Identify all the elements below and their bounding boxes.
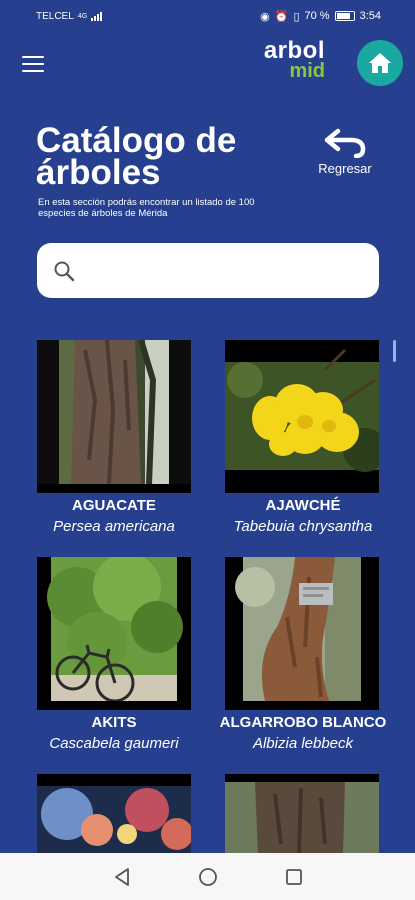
back-label: Regresar bbox=[318, 161, 372, 176]
tree-scientific-name: Persea americana bbox=[53, 518, 175, 535]
app-header: arbol mid bbox=[0, 32, 415, 96]
back-button[interactable]: Regresar bbox=[312, 128, 378, 176]
eye-icon: ◉ bbox=[260, 10, 270, 23]
tree-scientific-name: Cascabela gaumeri bbox=[49, 735, 179, 752]
nav-home-button[interactable] bbox=[197, 866, 219, 888]
circle-home-icon bbox=[198, 867, 217, 886]
search-box[interactable] bbox=[37, 243, 379, 298]
home-icon bbox=[369, 53, 391, 73]
system-nav-bar bbox=[0, 853, 415, 900]
photo-caption bbox=[225, 701, 379, 710]
tree-photo-akits bbox=[37, 557, 191, 710]
triangle-back-icon bbox=[114, 867, 129, 886]
battery-icon bbox=[334, 11, 355, 21]
app-logo: arbol mid bbox=[253, 39, 325, 82]
tree-scientific-name: Tabebuia chrysantha bbox=[233, 518, 373, 535]
square-recents-icon bbox=[285, 868, 302, 885]
signal-icon bbox=[91, 11, 103, 21]
home-button[interactable] bbox=[357, 40, 403, 86]
photo-caption bbox=[37, 701, 191, 710]
tree-photo-aguacate bbox=[37, 340, 191, 493]
battery-percent: 70 % bbox=[304, 10, 330, 22]
photo-caption bbox=[37, 484, 191, 493]
logo-text-mid: mid bbox=[289, 60, 325, 82]
clock: 3:54 bbox=[359, 10, 381, 22]
tree-name: AGUACATE bbox=[72, 497, 156, 514]
page-title-line2: árboles bbox=[36, 153, 161, 192]
search-input[interactable] bbox=[85, 262, 379, 279]
tree-name: ALGARROBO BLANCO bbox=[219, 714, 387, 731]
carrier-label: TELCEL bbox=[36, 10, 74, 22]
search-icon bbox=[54, 261, 75, 281]
tree-name: AKITS bbox=[91, 714, 137, 731]
back-arrow-icon bbox=[324, 128, 366, 158]
tree-card-algarrobo-blanco[interactable]: ALGARROBO BLANCO Albizia lebbeck bbox=[208, 557, 398, 757]
tree-card-aguacate[interactable]: AGUACATE Persea americana bbox=[19, 340, 209, 540]
nav-back-button[interactable] bbox=[111, 866, 133, 888]
tree-photo-partial bbox=[37, 774, 191, 853]
nav-recents-button[interactable] bbox=[283, 866, 305, 888]
tree-card-akits[interactable]: AKITS Cascabela gaumeri bbox=[19, 557, 209, 757]
photo-caption bbox=[225, 484, 379, 493]
page-title: Catálogo de árboles bbox=[36, 123, 296, 192]
network-label: 4G bbox=[77, 12, 88, 20]
hamburger-menu-icon[interactable] bbox=[22, 56, 44, 72]
status-left: TELCEL 4G bbox=[36, 10, 103, 22]
tree-photo-ajawche bbox=[225, 340, 379, 493]
tree-photo-algarrobo-blanco bbox=[225, 557, 379, 710]
tree-scientific-name: Albizia lebbeck bbox=[252, 735, 354, 752]
tree-card-partial[interactable] bbox=[19, 774, 209, 853]
tree-card-partial[interactable] bbox=[208, 774, 398, 853]
tree-card-ajawche[interactable]: AJAWCHÉ Tabebuia chrysantha bbox=[208, 340, 398, 540]
tree-photo-partial bbox=[225, 774, 379, 853]
page-description: En esta sección podrás encontrar un list… bbox=[38, 197, 255, 219]
status-right: ◉ ⏰ ▯ 70 % 3:54 bbox=[260, 10, 381, 23]
status-bar: TELCEL 4G ◉ ⏰ ▯ 70 % 3:54 bbox=[0, 0, 415, 32]
vibrate-icon: ▯ bbox=[293, 10, 300, 23]
tree-name: AJAWCHÉ bbox=[265, 497, 341, 514]
alarm-icon: ⏰ bbox=[274, 10, 289, 23]
